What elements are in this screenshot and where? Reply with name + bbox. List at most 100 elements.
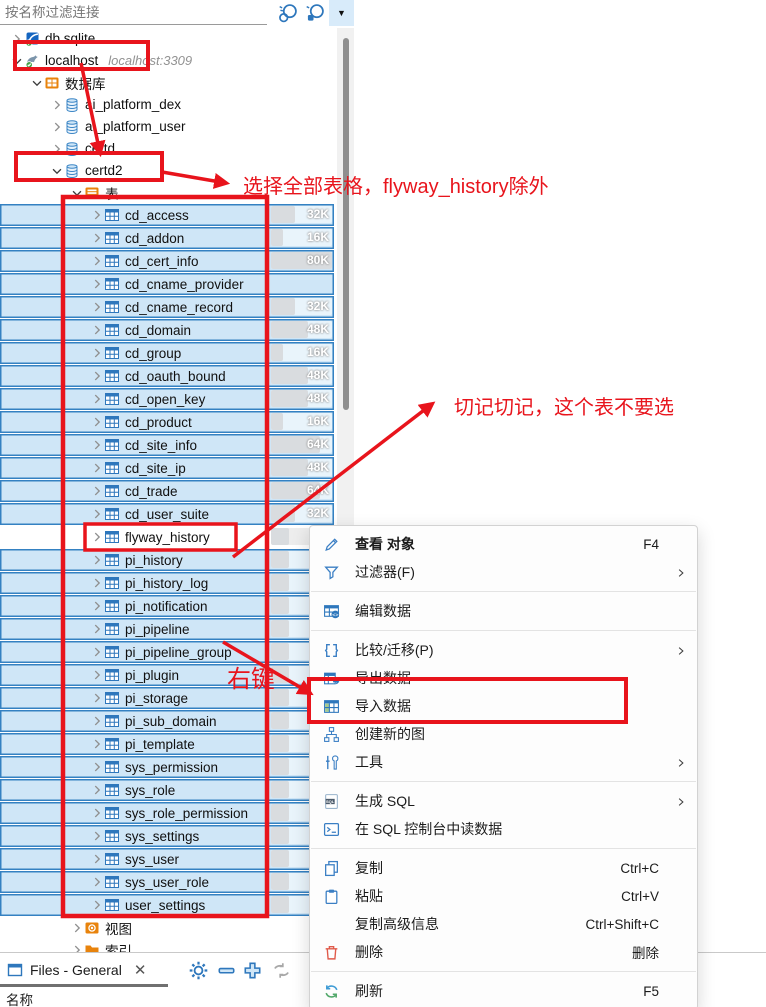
tree-item-cd_access[interactable]: cd_access32K — [0, 204, 334, 226]
chevron-right-icon[interactable] — [10, 31, 24, 47]
chevron-right-icon[interactable] — [50, 141, 64, 157]
tree-item-cd_domain[interactable]: cd_domain48K — [0, 319, 334, 341]
menu-item-delete[interactable]: 删除删除 — [310, 938, 697, 966]
show-connected-icon[interactable] — [277, 2, 299, 24]
chevron-right-icon[interactable] — [90, 805, 104, 821]
menu-item-refresh[interactable]: 刷新F5 — [310, 977, 697, 1005]
menu-item-compare-migrate[interactable]: 比较/迁移(P) — [310, 636, 697, 664]
tree-item-pi_notification[interactable]: pi_notification — [0, 595, 334, 617]
chevron-right-icon[interactable] — [90, 207, 104, 223]
chevron-right-icon[interactable] — [90, 322, 104, 338]
chevron-right-icon[interactable] — [90, 644, 104, 660]
chevron-down-icon[interactable] — [10, 53, 24, 69]
tree-item-cd_cname_record[interactable]: cd_cname_record32K — [0, 296, 334, 318]
tree-item-sys_role_permission[interactable]: sys_role_permission — [0, 802, 334, 824]
tree-item-cd_site_ip[interactable]: cd_site_ip48K — [0, 457, 334, 479]
menu-item-read-data-in-sql-console[interactable]: 在 SQL 控制台中读数据 — [310, 815, 697, 843]
chevron-right-icon[interactable] — [90, 230, 104, 246]
chevron-right-icon[interactable] — [90, 621, 104, 637]
tree-item-localhost[interactable]: localhostlocalhost:3309 — [0, 50, 334, 71]
chevron-right-icon[interactable] — [50, 97, 64, 113]
menu-item-copy[interactable]: 复制Ctrl+C — [310, 854, 697, 882]
link-with-editor-icon[interactable] — [271, 960, 292, 981]
menu-item-tools[interactable]: 工具 — [310, 748, 697, 776]
chevron-right-icon[interactable] — [90, 897, 104, 913]
tree-item-sys_user[interactable]: sys_user — [0, 848, 334, 870]
menu-item-edit-data[interactable]: <>编辑数据 — [310, 597, 697, 625]
tree-item-sys_role[interactable]: sys_role — [0, 779, 334, 801]
chevron-right-icon[interactable] — [90, 690, 104, 706]
chevron-down-icon[interactable] — [30, 75, 44, 91]
tree-item-pi_history[interactable]: pi_history — [0, 549, 334, 571]
toolbar-dropdown-button[interactable]: ▼ — [329, 0, 354, 26]
chevron-right-icon[interactable] — [70, 942, 84, 953]
tree-item-pi_sub_domain[interactable]: pi_sub_domain — [0, 710, 334, 732]
chevron-right-icon[interactable] — [90, 575, 104, 591]
tree-item-cd_oauth_bound[interactable]: cd_oauth_bound48K — [0, 365, 334, 387]
chevron-right-icon[interactable] — [90, 851, 104, 867]
chevron-right-icon[interactable] — [90, 598, 104, 614]
menu-item-copy-advanced-info[interactable]: 复制高级信息Ctrl+Shift+C — [310, 910, 697, 938]
tree-item-db-sqlite[interactable]: db.sqlite — [0, 28, 334, 49]
chevron-right-icon[interactable] — [90, 391, 104, 407]
tab-files-general[interactable]: Files - General ✕ — [0, 955, 146, 984]
chevron-right-icon[interactable] — [90, 552, 104, 568]
tree-item-user_settings[interactable]: user_settings — [0, 894, 334, 916]
tree-item--[interactable]: 数据库 — [0, 72, 334, 93]
tree-item-sys_settings[interactable]: sys_settings — [0, 825, 334, 847]
settings-gear-icon[interactable] — [188, 960, 209, 981]
chevron-right-icon[interactable] — [90, 368, 104, 384]
tree-item-cd_group[interactable]: cd_group16K — [0, 342, 334, 364]
menu-item-view-object[interactable]: 查看 对象F4 — [310, 530, 697, 558]
tree-item--[interactable]: 表 — [0, 182, 334, 203]
menu-item-filters[interactable]: 过滤器(F) — [310, 558, 697, 586]
chevron-right-icon[interactable] — [90, 828, 104, 844]
menu-item-generate-sql[interactable]: SQL生成 SQL — [310, 787, 697, 815]
tree-item-sys_permission[interactable]: sys_permission — [0, 756, 334, 778]
close-icon[interactable]: ✕ — [134, 961, 147, 979]
chevron-right-icon[interactable] — [90, 276, 104, 292]
chevron-right-icon[interactable] — [90, 713, 104, 729]
show-active-connection-icon[interactable] — [304, 2, 326, 24]
tree-item-ai_platform_user[interactable]: ai_platform_user — [0, 116, 334, 137]
tree-item-pi_plugin[interactable]: pi_plugin — [0, 664, 334, 686]
tree-item-pi_pipeline[interactable]: pi_pipeline — [0, 618, 334, 640]
chevron-right-icon[interactable] — [70, 920, 84, 936]
tree-item-cd_site_info[interactable]: cd_site_info64K — [0, 434, 334, 456]
chevron-right-icon[interactable] — [90, 437, 104, 453]
chevron-right-icon[interactable] — [90, 759, 104, 775]
tree-item-cd_product[interactable]: cd_product16K — [0, 411, 334, 433]
tree-item-flyway_history[interactable]: flyway_history — [0, 526, 334, 548]
collapse-all-icon[interactable] — [216, 960, 237, 981]
tree-item-pi_pipeline_group[interactable]: pi_pipeline_group — [0, 641, 334, 663]
chevron-right-icon[interactable] — [90, 667, 104, 683]
tree-item--[interactable]: 索引 — [0, 939, 334, 952]
chevron-right-icon[interactable] — [50, 119, 64, 135]
scrollbar-thumb[interactable] — [343, 38, 349, 410]
tree-item-pi_template[interactable]: pi_template — [0, 733, 334, 755]
tree-item--[interactable]: 视图 — [0, 917, 334, 938]
chevron-down-icon[interactable] — [50, 163, 64, 179]
tree-item-certd[interactable]: certd — [0, 138, 334, 159]
expand-all-icon[interactable] — [242, 960, 263, 981]
chevron-right-icon[interactable] — [90, 736, 104, 752]
tree-item-cd_addon[interactable]: cd_addon16K — [0, 227, 334, 249]
chevron-right-icon[interactable] — [90, 345, 104, 361]
menu-item-import-data[interactable]: 导入数据 — [310, 692, 697, 720]
tree-item-cd_trade[interactable]: cd_trade64K — [0, 480, 334, 502]
chevron-right-icon[interactable] — [90, 529, 104, 545]
connection-filter-input[interactable] — [0, 0, 267, 25]
chevron-right-icon[interactable] — [90, 483, 104, 499]
chevron-down-icon[interactable] — [70, 185, 84, 201]
menu-item-create-new-diagram[interactable]: 创建新的图 — [310, 720, 697, 748]
tree-item-pi_history_log[interactable]: pi_history_log — [0, 572, 334, 594]
tree-item-cd_user_suite[interactable]: cd_user_suite32K — [0, 503, 334, 525]
chevron-right-icon[interactable] — [90, 782, 104, 798]
menu-item-export-data[interactable]: 导出数据 — [310, 664, 697, 692]
chevron-right-icon[interactable] — [90, 253, 104, 269]
tree-item-cd_cname_provider[interactable]: cd_cname_provider — [0, 273, 334, 295]
menu-item-paste[interactable]: 粘贴Ctrl+V — [310, 882, 697, 910]
tree-item-ai_platform_dex[interactable]: ai_platform_dex — [0, 94, 334, 115]
chevron-right-icon[interactable] — [90, 460, 104, 476]
chevron-right-icon[interactable] — [90, 299, 104, 315]
